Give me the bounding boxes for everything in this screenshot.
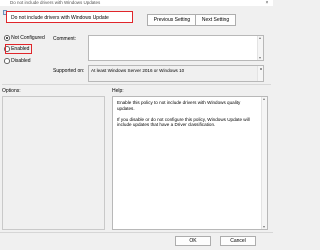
enabled-highlight-box — [5, 44, 32, 54]
section-divider — [2, 84, 271, 85]
next-setting-button[interactable]: Next Setting — [195, 14, 236, 26]
help-paragraph: Enable this policy to not include driver… — [117, 100, 241, 111]
scroll-down-icon[interactable] — [260, 68, 262, 70]
policy-name-field: Do not include drivers with Windows Upda… — [6, 11, 133, 23]
help-label: Help: — [112, 88, 124, 94]
scroll-down-icon[interactable] — [259, 57, 261, 59]
not-configured-radio[interactable]: Not Configured — [4, 35, 45, 41]
window-title: Do not include drivers with Windows Upda… — [10, 0, 101, 5]
supported-on-label: Supported on: — [53, 68, 85, 74]
disabled-radio[interactable]: Disabled — [4, 58, 31, 64]
options-pane — [2, 96, 105, 230]
footer-divider — [0, 232, 273, 233]
scroll-up-icon[interactable] — [263, 98, 265, 100]
not-configured-label: Not Configured — [11, 35, 45, 41]
supported-on-value: At least Windows Server 2016 or Windows … — [91, 68, 185, 73]
help-text: Enable this policy to not include driver… — [117, 100, 255, 134]
options-label: Options: — [2, 88, 21, 94]
comment-input[interactable] — [88, 35, 264, 61]
disabled-label: Disabled — [11, 58, 31, 64]
ok-button[interactable]: OK — [175, 236, 211, 246]
supported-on-field: At least Windows Server 2016 or Windows … — [88, 65, 264, 82]
scroll-down-icon[interactable] — [263, 226, 265, 228]
cancel-button[interactable]: Cancel — [220, 236, 256, 246]
help-paragraph: If you disable or do not configure this … — [117, 116, 250, 128]
group-policy-setting-dialog: Do not include drivers with Windows Upda… — [0, 0, 273, 250]
help-scrollbar[interactable] — [261, 97, 267, 229]
policy-name-text: Do not include drivers with Windows Upda… — [11, 14, 109, 21]
disabled-radio-dot[interactable] — [4, 58, 10, 64]
help-pane: Enable this policy to not include driver… — [112, 96, 268, 230]
close-icon[interactable]: × — [263, 0, 271, 6]
supported-scrollbar[interactable] — [257, 66, 263, 81]
comment-scrollbar[interactable] — [257, 36, 263, 60]
scroll-up-icon[interactable] — [259, 37, 261, 39]
not-configured-radio-dot[interactable] — [4, 35, 10, 41]
comment-label: Comment: — [53, 36, 77, 42]
title-bar: Do not include drivers with Windows Upda… — [0, 0, 273, 6]
previous-setting-button[interactable]: Previous Setting — [147, 14, 197, 26]
